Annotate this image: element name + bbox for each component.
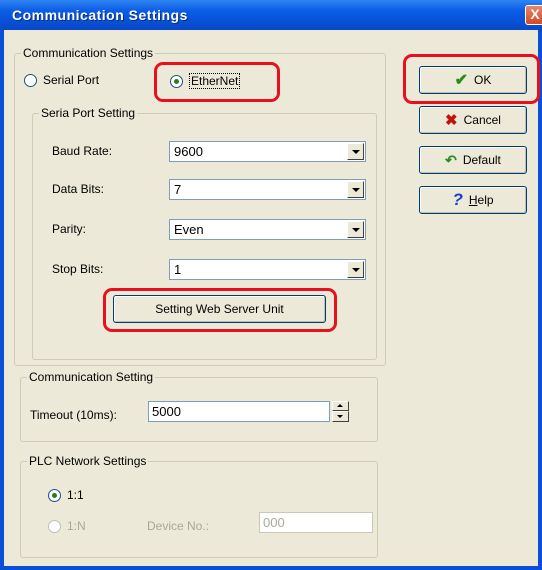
network-1-1-radio[interactable]: 1:1 [48, 488, 84, 502]
x-icon: ✖ [445, 112, 458, 129]
spin-down-icon[interactable] [332, 411, 349, 422]
chevron-down-icon[interactable] [347, 221, 364, 238]
data-bits-value: 7 [174, 182, 182, 197]
chevron-down-icon[interactable] [347, 181, 364, 198]
help-label: Help [469, 193, 494, 207]
serial-port-radio[interactable]: Serial Port [24, 73, 99, 87]
data-bits-select[interactable]: 7 [169, 179, 366, 200]
plc-network-settings-group: PLC Network Settings [20, 454, 378, 558]
setting-web-server-unit-button[interactable]: Setting Web Server Unit [113, 295, 326, 323]
ethernet-radio-dot[interactable] [170, 74, 183, 88]
baud-rate-select[interactable]: 9600 [169, 141, 366, 162]
timeout-value: 5000 [152, 404, 181, 419]
network-1-n-label: 1:N [67, 519, 86, 533]
communication-setting-legend: Communication Setting [29, 370, 154, 384]
close-icon: X [530, 6, 540, 22]
chevron-down-icon[interactable] [347, 261, 364, 278]
parity-label: Parity: [52, 222, 87, 236]
parity-value: Even [174, 222, 204, 237]
timeout-spinner[interactable] [332, 401, 349, 422]
spin-up-icon[interactable] [332, 401, 349, 411]
timeout-input[interactable]: 5000 [148, 401, 330, 422]
question-mark-icon: ? [452, 190, 463, 209]
help-button[interactable]: ? Help [419, 186, 527, 214]
revert-arrow-icon: ↶ [445, 151, 457, 168]
communication-settings-legend: Communication Settings [23, 46, 154, 60]
plc-network-settings-legend: PLC Network Settings [29, 454, 147, 468]
cancel-button[interactable]: ✖ Cancel [419, 106, 527, 134]
checkmark-icon: ✔ [454, 72, 469, 89]
network-1-1-radio-dot[interactable] [48, 488, 61, 502]
cancel-label: Cancel [463, 113, 501, 127]
stop-bits-value: 1 [174, 262, 182, 277]
dialog-window: Communication Settings X Communication S… [0, 0, 542, 570]
network-1-1-label: 1:1 [67, 488, 84, 502]
ok-label: OK [474, 73, 492, 87]
baud-rate-value: 9600 [174, 144, 203, 159]
setting-web-server-unit-label: Setting Web Server Unit [155, 302, 284, 316]
default-label: Default [462, 153, 501, 167]
dialog-body: Communication Settings Serial Port Ether… [4, 30, 540, 566]
baud-rate-label: Baud Rate: [52, 144, 113, 158]
help-accelerator: H [468, 193, 478, 207]
serial-port-label: Serial Port [43, 73, 100, 87]
device-no-label: Device No.: [147, 519, 210, 533]
default-button[interactable]: ↶ Default [419, 146, 527, 174]
network-1-n-radio-dot[interactable] [48, 519, 61, 533]
title-bar[interactable]: Communication Settings X [0, 0, 542, 30]
ethernet-radio[interactable]: EtherNet [170, 73, 241, 89]
serial-port-radio-dot[interactable] [24, 73, 37, 87]
data-bits-label: Data Bits: [52, 182, 105, 196]
stop-bits-label: Stop Bits: [52, 262, 104, 276]
network-1-n-radio[interactable]: 1:N [48, 519, 86, 533]
ethernet-label: EtherNet [189, 73, 241, 89]
parity-select[interactable]: Even [169, 219, 366, 240]
stop-bits-select[interactable]: 1 [169, 259, 366, 280]
close-button[interactable]: X [525, 5, 542, 25]
device-no-value: 000 [263, 515, 285, 530]
help-label-rest: elp [477, 193, 494, 207]
device-no-input[interactable]: 000 [259, 512, 373, 533]
chevron-down-icon[interactable] [347, 143, 364, 160]
window-title: Communication Settings [12, 7, 188, 23]
ok-button[interactable]: ✔ OK [419, 66, 527, 94]
timeout-label: Timeout (10ms): [30, 408, 117, 422]
serial-port-setting-legend: Seria Port Setting [41, 106, 136, 120]
